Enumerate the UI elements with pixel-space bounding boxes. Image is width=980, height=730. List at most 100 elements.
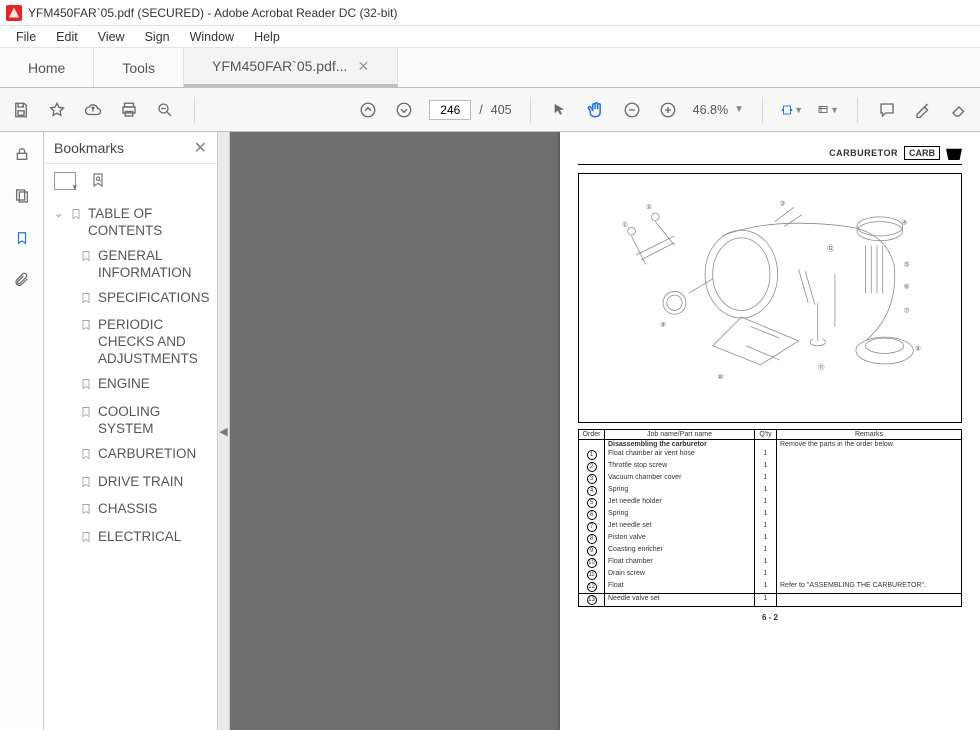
tab-document-label: YFM450FAR`05.pdf... xyxy=(212,58,347,74)
highlight-icon[interactable] xyxy=(912,99,934,121)
bookmark-item[interactable]: CHASSIS xyxy=(78,497,213,525)
zoom-out-icon[interactable] xyxy=(621,99,643,121)
tab-bar: Home Tools YFM450FAR`05.pdf... ✕ xyxy=(0,48,980,88)
svg-text:⑨: ⑨ xyxy=(660,321,666,329)
tree-expand-icon[interactable]: ⌄ xyxy=(54,208,66,222)
tab-tools[interactable]: Tools xyxy=(94,48,184,87)
page-total: 405 xyxy=(491,103,512,117)
bookmark-icon xyxy=(80,447,94,466)
bookmark-icon xyxy=(80,291,94,310)
bookmark-icon xyxy=(80,475,94,494)
svg-text:②: ② xyxy=(646,203,652,211)
carb-symbol-icon xyxy=(946,146,962,160)
bookmark-label: CARBURETION xyxy=(98,446,196,463)
bookmark-item[interactable]: GENERAL INFORMATION xyxy=(78,244,213,286)
bookmark-item[interactable]: DRIVE TRAIN xyxy=(78,470,213,498)
table-row: 4Spring1 xyxy=(579,485,962,497)
table-row: 1Float chamber air vent hose1 xyxy=(579,449,962,461)
table-row: 12Float1Refer to "ASSEMBLING THE CARBURE… xyxy=(579,581,962,594)
bookmarks-tree[interactable]: ⌄ TABLE OF CONTENTS GENERAL INFORMATIONS… xyxy=(44,198,217,730)
star-icon[interactable] xyxy=(46,99,68,121)
svg-text:⑤: ⑤ xyxy=(904,260,910,268)
bookmark-icon xyxy=(80,377,94,396)
title-bar: YFM450FAR`05.pdf (SECURED) - Adobe Acrob… xyxy=(0,0,980,26)
th-qty: Q'ty xyxy=(755,430,777,440)
table-row: 13Needle valve set1 xyxy=(579,594,962,607)
erase-icon[interactable] xyxy=(948,99,970,121)
table-row: 2Throttle stop screw1 xyxy=(579,461,962,473)
bookmark-icon xyxy=(80,249,94,268)
zoom-in-icon[interactable] xyxy=(657,99,679,121)
bookmark-label: ELECTRICAL xyxy=(98,529,181,546)
zoom-value: 46.8% xyxy=(693,103,728,117)
bookmark-item[interactable]: SPECIFICATIONS xyxy=(78,286,213,314)
panel-title: Bookmarks xyxy=(54,140,124,156)
panel-collapse-handle[interactable]: ◀ xyxy=(218,132,230,730)
bookmark-label: TABLE OF CONTENTS xyxy=(88,206,211,240)
bookmark-item[interactable]: CARBURETION xyxy=(78,442,213,470)
main-area: Bookmarks ✕ ⌄ TABLE OF CONTENTS GENERAL … xyxy=(0,132,980,730)
bookmark-label: COOLING SYSTEM xyxy=(98,404,211,438)
magnify-icon[interactable] xyxy=(154,99,176,121)
page-display-icon[interactable]: ▼ xyxy=(817,99,839,121)
tab-document[interactable]: YFM450FAR`05.pdf... ✕ xyxy=(184,48,398,87)
panel-header: Bookmarks ✕ xyxy=(44,132,217,164)
menu-bar: File Edit View Sign Window Help xyxy=(0,26,980,48)
toolbar: / 405 46.8% ▼ ▼ ▼ xyxy=(0,88,980,132)
table-row: 7Jet needle set1 xyxy=(579,521,962,533)
bookmark-label: CHASSIS xyxy=(98,501,157,518)
zoom-control[interactable]: 46.8% ▼ xyxy=(693,103,744,117)
table-remarks-cell: Remove the parts in the order below. xyxy=(777,440,962,450)
menu-help[interactable]: Help xyxy=(244,28,290,46)
lock-icon[interactable] xyxy=(12,144,32,164)
window-title: YFM450FAR`05.pdf (SECURED) - Adobe Acrob… xyxy=(28,6,397,20)
bookmark-item[interactable]: PERIODIC CHECKS AND ADJUSTMENTS xyxy=(78,313,213,372)
section-title: CARBURETOR xyxy=(829,148,898,158)
bookmark-item[interactable]: ENGINE xyxy=(78,372,213,400)
tab-home[interactable]: Home xyxy=(0,48,94,87)
bookmark-options-icon[interactable] xyxy=(54,172,76,190)
page-number-input[interactable] xyxy=(429,100,471,120)
menu-window[interactable]: Window xyxy=(180,28,244,46)
table-row: 9Coasting enricher1 xyxy=(579,545,962,557)
bookmark-item[interactable]: COOLING SYSTEM xyxy=(78,400,213,442)
bookmark-icon xyxy=(80,405,94,424)
fit-width-icon[interactable]: ▼ xyxy=(781,99,803,121)
thumbnails-icon[interactable] xyxy=(12,186,32,206)
exploded-diagram: ①②③ ④⑤⑥ ⑦⑧⑨ ⑩⑪⑫ xyxy=(578,173,962,423)
page-down-icon[interactable] xyxy=(393,99,415,121)
bookmark-item[interactable]: ELECTRICAL xyxy=(78,525,213,553)
toolbar-separator xyxy=(762,97,763,123)
menu-sign[interactable]: Sign xyxy=(135,28,180,46)
page-up-icon[interactable] xyxy=(357,99,379,121)
table-row: 11Drain screw1 xyxy=(579,569,962,581)
tab-close-icon[interactable]: ✕ xyxy=(357,58,369,75)
menu-view[interactable]: View xyxy=(88,28,135,46)
save-icon[interactable] xyxy=(10,99,32,121)
comment-icon[interactable] xyxy=(876,99,898,121)
panel-close-icon[interactable]: ✕ xyxy=(194,138,207,158)
bookmark-icon xyxy=(80,530,94,549)
print-icon[interactable] xyxy=(118,99,140,121)
cloud-upload-icon[interactable] xyxy=(82,99,104,121)
bookmark-label: PERIODIC CHECKS AND ADJUSTMENTS xyxy=(98,317,211,368)
menu-file[interactable]: File xyxy=(6,28,46,46)
svg-text:①: ① xyxy=(622,220,628,228)
page-section-header: CARBURETOR CARB xyxy=(578,146,962,165)
document-viewer[interactable]: CARBURETOR CARB xyxy=(230,132,980,730)
attachments-icon[interactable] xyxy=(12,270,32,290)
selection-arrow-icon[interactable] xyxy=(549,99,571,121)
parts-table: Order Job name/Part name Q'ty Remarks Di… xyxy=(578,429,962,607)
hand-tool-icon[interactable] xyxy=(585,99,607,121)
svg-text:⑦: ⑦ xyxy=(904,306,910,314)
table-title-cell: Disassembling the carburetor xyxy=(605,440,755,450)
svg-text:③: ③ xyxy=(780,199,786,207)
bookmarks-rail-icon[interactable] xyxy=(12,228,32,248)
bookmark-root[interactable]: ⌄ TABLE OF CONTENTS xyxy=(52,202,213,244)
menu-edit[interactable]: Edit xyxy=(46,28,88,46)
chevron-down-icon: ▼ xyxy=(734,104,744,115)
table-row: 6Spring1 xyxy=(579,509,962,521)
find-bookmark-icon[interactable] xyxy=(90,171,106,192)
left-rail xyxy=(0,132,44,730)
th-order: Order xyxy=(579,430,605,440)
